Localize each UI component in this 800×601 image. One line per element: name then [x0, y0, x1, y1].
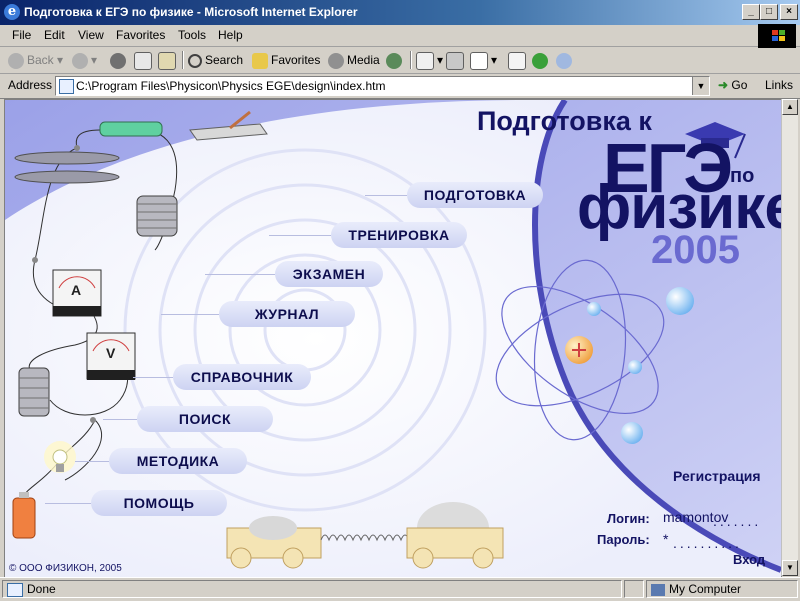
- maximize-button[interactable]: □: [760, 4, 778, 20]
- menu-favorites[interactable]: Favorites: [116, 28, 165, 42]
- icq-flower-icon: [532, 52, 548, 69]
- mail-icon: [416, 51, 434, 70]
- menu-bar: File Edit View Favorites Tools Help: [0, 25, 800, 47]
- discuss-icon: [508, 51, 526, 70]
- capacitor-plate: [14, 151, 120, 165]
- menu-tools[interactable]: Tools: [178, 28, 206, 42]
- stop-icon: [110, 52, 126, 69]
- nav-help-button[interactable]: ПОМОЩЬ: [91, 490, 227, 516]
- menu-help[interactable]: Help: [218, 28, 243, 42]
- coil: [136, 195, 178, 237]
- status-bar: Done My Computer: [0, 577, 800, 601]
- search-icon: [188, 53, 202, 68]
- back-button[interactable]: Back ▾: [8, 50, 63, 70]
- title-bar: e Подготовка к ЕГЭ по физике - Microsoft…: [0, 0, 800, 25]
- close-button[interactable]: ×: [780, 4, 798, 20]
- register-link[interactable]: Регистрация: [673, 468, 761, 484]
- zone-pane: My Computer: [646, 580, 798, 598]
- address-bar: Address C:\Program Files\Physicon\Physic…: [0, 74, 800, 99]
- vertical-scrollbar[interactable]: ▲ ▼: [781, 99, 798, 576]
- scroll-up-arrow-icon[interactable]: ▲: [782, 99, 798, 115]
- page-icon: [59, 79, 74, 94]
- page-content: Подготовка к ЕГЭ по физике 2005 A V ПОДГ…: [4, 99, 782, 578]
- home-button[interactable]: [158, 50, 179, 70]
- capacitor-plate: [14, 170, 120, 184]
- title-year: 2005: [651, 228, 740, 272]
- minimize-button[interactable]: _: [742, 4, 760, 20]
- electron: [621, 422, 643, 444]
- nav-training-button[interactable]: ТРЕНИРОВКА: [331, 222, 467, 248]
- battery: [12, 492, 36, 539]
- windows-logo: [758, 24, 796, 48]
- password-input[interactable]: *: [663, 531, 668, 547]
- media-button[interactable]: Media: [328, 50, 380, 70]
- menu-file[interactable]: File: [12, 28, 31, 42]
- forward-arrow-icon: [72, 52, 88, 69]
- links-button[interactable]: Links: [765, 78, 793, 92]
- menu-edit[interactable]: Edit: [44, 28, 65, 42]
- nav-search-button[interactable]: ПОИСК: [137, 406, 273, 432]
- toolbar: Back ▾ ▾ Search Favorites Media ▾ ▾: [0, 47, 800, 74]
- address-input[interactable]: C:\Program Files\Physicon\Physics EGE\de…: [55, 76, 710, 96]
- edit-icon: [470, 51, 488, 70]
- nav-exam-button[interactable]: ЭКЗАМЕН: [275, 261, 383, 287]
- page-done-icon: [7, 582, 23, 597]
- nav-reference-button[interactable]: СПРАВОЧНИК: [173, 364, 311, 390]
- login-label: Логин:: [607, 511, 650, 526]
- media-icon: [328, 52, 344, 69]
- refresh-button[interactable]: [134, 50, 155, 70]
- messenger-icon: [556, 52, 572, 69]
- edit-button[interactable]: ▾: [470, 50, 497, 70]
- address-dropdown[interactable]: ▼: [692, 77, 709, 95]
- electron: [628, 360, 642, 374]
- history-icon: [386, 52, 402, 69]
- search-button[interactable]: Search: [188, 50, 243, 70]
- resistor: [99, 121, 163, 137]
- favorites-button[interactable]: Favorites: [252, 50, 320, 70]
- back-arrow-icon: [8, 52, 24, 69]
- nav-prep-button[interactable]: ПОДГОТОВКА: [407, 182, 543, 208]
- scroll-down-arrow-icon[interactable]: ▼: [782, 560, 798, 576]
- my-computer-icon: [651, 583, 665, 596]
- ie-icon[interactable]: e: [4, 4, 20, 20]
- favorites-star-icon: [252, 52, 268, 69]
- address-label: Address: [8, 78, 53, 92]
- icq-button[interactable]: [532, 50, 551, 70]
- electron: [666, 287, 694, 315]
- printer-icon: [446, 51, 464, 70]
- voltmeter-label: V: [106, 345, 116, 361]
- stop-button[interactable]: [110, 50, 129, 70]
- messenger-button[interactable]: [556, 50, 575, 70]
- mail-button[interactable]: ▾: [416, 50, 443, 70]
- window-title: Подготовка к ЕГЭ по физике - Microsoft I…: [24, 5, 358, 19]
- go-button[interactable]: ➜ Go: [718, 78, 747, 92]
- copyright: © ООО ФИЗИКОН, 2005: [9, 563, 122, 574]
- refresh-icon: [134, 51, 152, 70]
- menu-view[interactable]: View: [78, 28, 104, 42]
- discuss-button[interactable]: [508, 50, 529, 70]
- address-value: C:\Program Files\Physicon\Physics EGE\de…: [76, 79, 386, 93]
- go-arrow-icon: ➜: [718, 78, 729, 92]
- login-button[interactable]: Вход: [733, 552, 765, 567]
- nav-journal-button[interactable]: ЖУРНАЛ: [219, 301, 355, 327]
- password-label: Пароль:: [597, 532, 650, 547]
- print-button[interactable]: [446, 50, 467, 70]
- forward-button[interactable]: ▾: [72, 50, 97, 70]
- status-text-pane: Done: [2, 580, 622, 598]
- history-button[interactable]: [386, 50, 405, 70]
- coil: [18, 367, 50, 417]
- lamp: [44, 441, 76, 473]
- ammeter-label: A: [71, 282, 82, 298]
- home-icon: [158, 51, 176, 70]
- nav-method-button[interactable]: МЕТОДИКА: [109, 448, 247, 474]
- electron: [587, 302, 601, 316]
